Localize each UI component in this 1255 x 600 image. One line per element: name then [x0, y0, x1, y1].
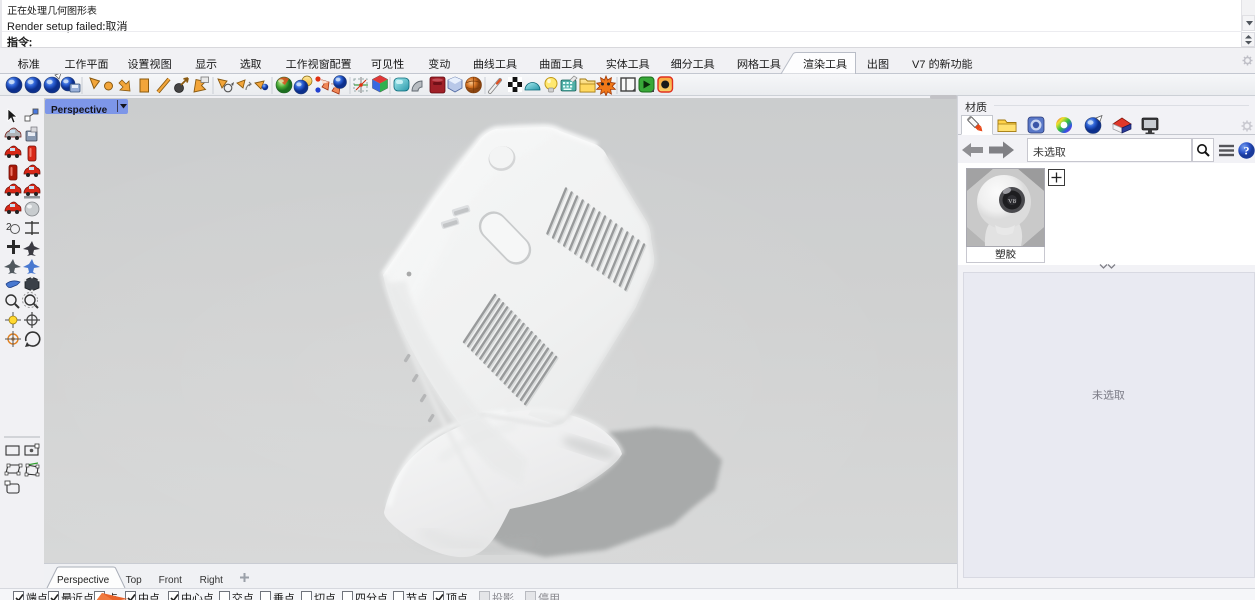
- svg-text:V8: V8: [1008, 198, 1016, 205]
- svg-text:?: ?: [1244, 144, 1250, 158]
